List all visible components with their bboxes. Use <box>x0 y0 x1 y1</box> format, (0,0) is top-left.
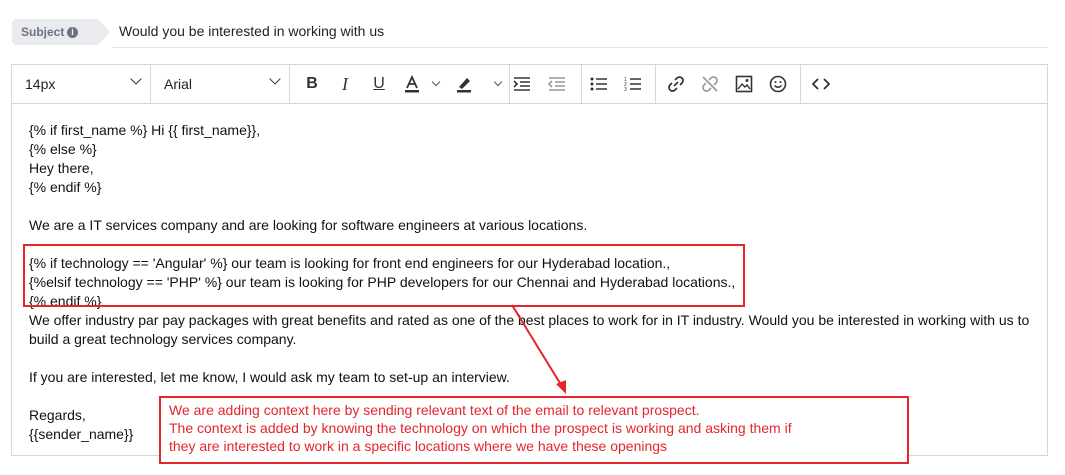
indent-icon[interactable] <box>510 72 534 96</box>
svg-text:3: 3 <box>624 87 627 92</box>
editor-toolbar: 14px Arial B I U 123 <box>12 65 1047 104</box>
font-size-select[interactable]: 14px <box>12 65 151 103</box>
emoji-icon[interactable] <box>766 72 790 96</box>
link-icon[interactable] <box>664 72 688 96</box>
info-icon[interactable]: i <box>67 27 78 38</box>
highlight-box <box>23 244 745 307</box>
body-blank-line <box>29 197 1029 216</box>
font-family-value: Arial <box>164 76 193 92</box>
subject-label: Subject <box>21 25 65 39</box>
chevron-down-icon <box>130 73 142 85</box>
outdent-icon[interactable] <box>545 72 569 96</box>
annotation-text: We are adding context here by sending re… <box>169 401 792 455</box>
subject-input[interactable]: Would you be interested in working with … <box>119 23 384 39</box>
chevron-down-icon <box>269 73 281 85</box>
code-icon[interactable] <box>809 72 833 96</box>
subject-underline <box>112 47 1048 48</box>
body-line: {% if first_name %} Hi {{ first_name}}, <box>29 122 261 138</box>
body-line: {% else %} <box>29 141 97 157</box>
bold-icon[interactable]: B <box>300 72 324 96</box>
unlink-icon[interactable] <box>698 72 722 96</box>
bullet-list-icon[interactable] <box>587 72 611 96</box>
font-size-value: 14px <box>25 76 56 92</box>
body-line: We are a IT services company and are loo… <box>29 217 588 233</box>
annotation-line: they are interested to work in a specifi… <box>169 438 668 454</box>
font-family-select[interactable]: Arial <box>151 65 290 103</box>
subject-tag: Subject i <box>12 19 110 45</box>
numbered-list-icon[interactable]: 123 <box>621 72 645 96</box>
italic-icon[interactable]: I <box>333 72 357 96</box>
annotation-line: The context is added by knowing the tech… <box>169 420 792 436</box>
body-line: If you are interested, let me know, I wo… <box>29 369 510 385</box>
highlight-icon[interactable] <box>452 72 476 96</box>
chevron-down-icon[interactable] <box>431 77 441 87</box>
body-line: We offer industry par pay packages with … <box>29 312 1030 328</box>
underline-icon[interactable]: U <box>367 72 391 96</box>
body-line: build a great technology services compan… <box>29 331 297 347</box>
body-line: Hey there, <box>29 160 94 176</box>
subject-row: Subject i Would you be interested in wor… <box>12 17 1048 48</box>
text-color-icon[interactable] <box>400 72 424 96</box>
annotation-box: We are adding context here by sending re… <box>159 396 909 464</box>
annotation-line: We are adding context here by sending re… <box>169 402 700 418</box>
chevron-down-icon[interactable] <box>493 77 503 87</box>
image-icon[interactable] <box>732 72 756 96</box>
body-line: {% endif %} <box>29 179 102 195</box>
body-blank-line <box>29 349 1029 368</box>
